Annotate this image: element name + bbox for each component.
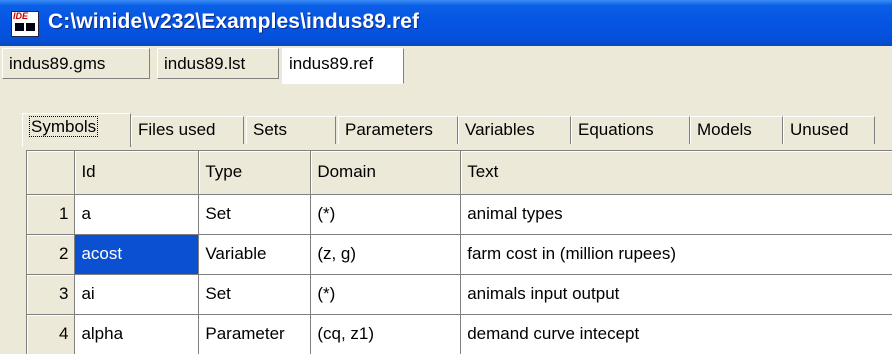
table-row[interactable]: 2 acost Variable (z, g) farm cost in (mi… [27,234,892,275]
ide-app-icon[interactable]: IDE [11,11,39,37]
corner-cell [27,151,76,195]
cell-domain[interactable]: (z, g) [310,234,462,275]
symbols-table: Id Type Domain Text 1 a Set (*) animal t… [27,151,892,354]
tab-variables[interactable]: Variables [458,116,571,144]
col-header-text[interactable]: Text [460,151,892,195]
symbols-grid[interactable]: Id Type Domain Text 1 a Set (*) animal t… [26,150,892,354]
table-row[interactable]: 1 a Set (*) animal types [27,194,892,235]
title-bar[interactable]: IDE C:\winide\v232\Examples\indus89.ref [0,0,892,46]
view-tab-bar: Symbols Files used Sets Parameters Varia… [0,102,892,150]
window-title: C:\winide\v232\Examples\indus89.ref [48,10,420,33]
file-tab-lst[interactable]: indus89.lst [157,48,279,79]
cell-domain[interactable]: (*) [310,194,462,235]
tab-parameters[interactable]: Parameters [338,116,458,144]
ide-window: IDE C:\winide\v232\Examples\indus89.ref … [0,0,892,354]
table-row[interactable]: 4 alpha Parameter (cq, z1) demand curve … [27,314,892,354]
col-header-id[interactable]: Id [74,151,200,195]
file-tab-ref[interactable]: indus89.ref [282,48,404,84]
cell-type[interactable]: Set [198,274,312,315]
col-header-type[interactable]: Type [198,151,312,195]
tab-symbols-label: Symbols [29,116,99,137]
row-number[interactable]: 1 [27,194,76,235]
cell-text[interactable]: farm cost in (million rupees) [460,234,892,275]
col-header-domain[interactable]: Domain [310,151,462,195]
cell-text[interactable]: animal types [460,194,892,235]
cell-domain[interactable]: (*) [310,274,462,315]
row-number[interactable]: 2 [27,234,76,275]
cell-id[interactable]: alpha [74,314,200,354]
file-tab-bar: indus89.gms indus89.lst indus89.ref [0,46,892,102]
table-row[interactable]: 3 ai Set (*) animals input output [27,274,892,315]
cell-id[interactable]: ai [74,274,200,315]
tab-symbols[interactable]: Symbols [22,113,131,147]
tab-files-used[interactable]: Files used [131,116,244,144]
tab-unused[interactable]: Unused [783,116,875,144]
cell-id[interactable]: a [74,194,200,235]
cell-id-selected[interactable]: acost [74,234,200,275]
row-number[interactable]: 4 [27,314,76,354]
tab-equations[interactable]: Equations [571,116,690,144]
cell-type[interactable]: Variable [198,234,312,275]
file-tab-gms[interactable]: indus89.gms [2,48,150,79]
cell-type[interactable]: Set [198,194,312,235]
cell-type[interactable]: Parameter [198,314,312,354]
tab-sets[interactable]: Sets [246,116,336,144]
cell-domain[interactable]: (cq, z1) [310,314,462,354]
tab-models[interactable]: Models [690,116,783,144]
row-number[interactable]: 3 [27,274,76,315]
header-row: Id Type Domain Text [27,151,892,195]
cell-text[interactable]: animals input output [460,274,892,315]
cell-text[interactable]: demand curve intecept [460,314,892,354]
